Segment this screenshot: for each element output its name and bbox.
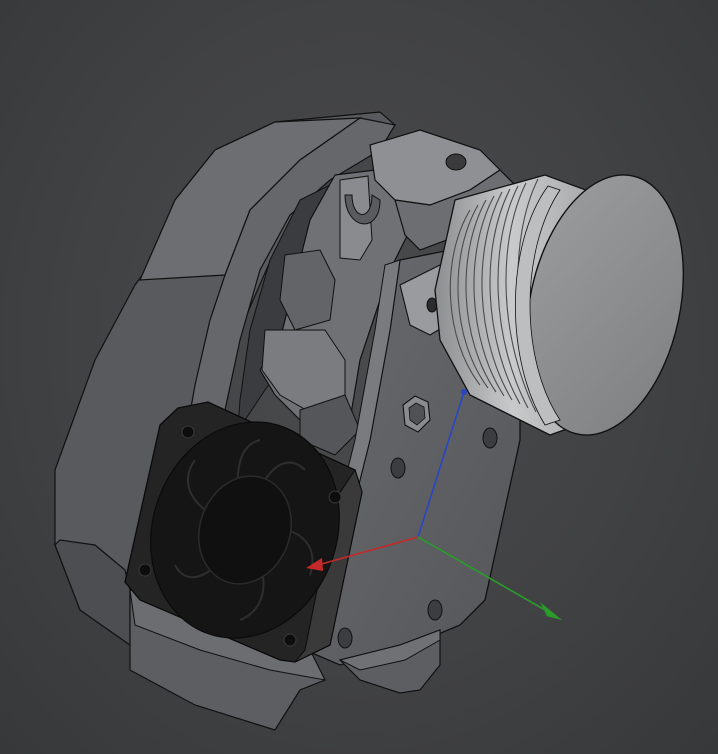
fan-screw-hole-2 bbox=[328, 490, 342, 504]
fan-screw-hole-3 bbox=[138, 563, 152, 577]
plate-hole-4 bbox=[337, 627, 353, 649]
model-canvas[interactable] bbox=[0, 0, 718, 754]
plate-hole-3 bbox=[427, 599, 443, 621]
z-axis-tip bbox=[461, 389, 467, 395]
fan-screw-hole-1 bbox=[181, 425, 195, 439]
fan-screw-hole-4 bbox=[283, 633, 297, 647]
plate-hole-2 bbox=[390, 457, 406, 479]
collar-hole bbox=[445, 153, 467, 171]
y-axis-arrow bbox=[538, 602, 562, 620]
3d-viewport[interactable] bbox=[0, 0, 718, 754]
plate-hole-1 bbox=[482, 427, 498, 449]
